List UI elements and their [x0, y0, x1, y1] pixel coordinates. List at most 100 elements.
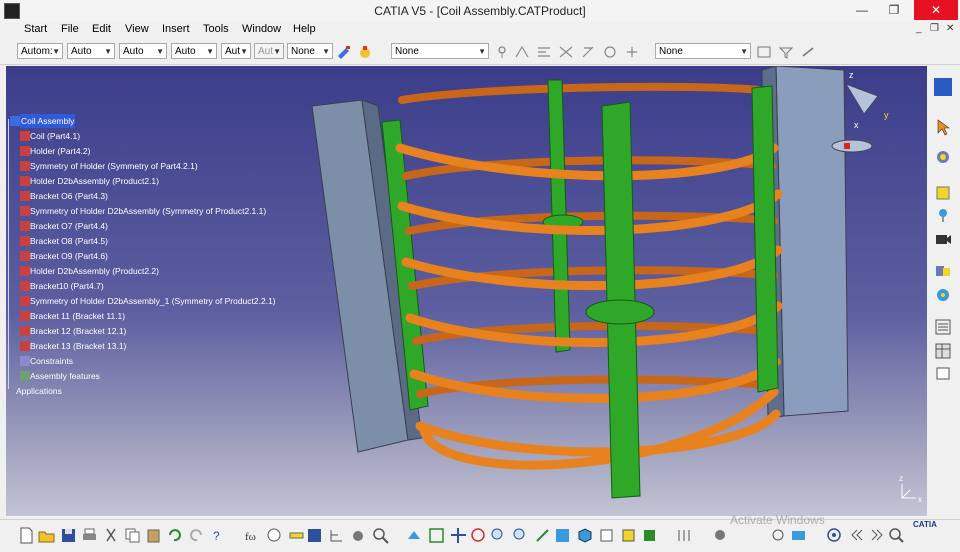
rendering-style-combo: Aut ▼ — [254, 43, 284, 59]
3d-viewport[interactable]: y x z z x Coil Assembly Coil (Part4.1) H… — [6, 66, 927, 516]
chevron-left-icon[interactable] — [848, 527, 865, 544]
link-icon[interactable] — [770, 527, 787, 544]
product-structure-icon[interactable] — [934, 78, 952, 96]
compass-x-label: x — [854, 120, 859, 130]
color-combo[interactable]: Autom: ▼ — [17, 43, 63, 59]
layer-filter-icon[interactable] — [778, 44, 794, 60]
zoom-in-icon[interactable] — [490, 527, 507, 544]
part-icon — [20, 176, 30, 186]
annotation-icon-4[interactable] — [580, 44, 596, 60]
marker-icon[interactable] — [494, 44, 510, 60]
menu-edit[interactable]: Edit — [92, 23, 111, 35]
bill-of-material-icon[interactable] — [934, 318, 952, 336]
annotation-icon-2[interactable] — [536, 44, 552, 60]
shading-icon[interactable] — [598, 527, 615, 544]
part-icon — [20, 191, 30, 201]
fly-mode-icon[interactable] — [406, 527, 423, 544]
filter-combo-2[interactable]: None ▼ — [655, 43, 751, 59]
multi-view-icon[interactable] — [554, 527, 571, 544]
constraints-icon — [20, 356, 30, 366]
painter-icon[interactable] — [336, 44, 352, 60]
iso-view-icon[interactable] — [576, 527, 593, 544]
minimize-button[interactable]: — — [848, 0, 876, 20]
part-icon — [20, 251, 30, 261]
tree-expand-icon[interactable] — [328, 527, 345, 544]
swap-space-icon[interactable] — [641, 527, 658, 544]
menu-window[interactable]: Window — [242, 23, 281, 35]
annotation-icon-6[interactable] — [624, 44, 640, 60]
lineweight-combo[interactable]: Auto ▼ — [171, 43, 217, 59]
layer-combo[interactable]: None ▼ — [287, 43, 333, 59]
compass-z-label: z — [849, 70, 854, 80]
mdi-minimize-button[interactable]: _ — [916, 23, 922, 34]
mdi-maximize-button[interactable]: ❐ — [930, 23, 939, 34]
graphic-properties-toolbar: Autom: ▼ Auto ▼ Auto ▼ Auto ▼ Aut ▼ Aut ▼ None… — [0, 40, 960, 65]
rotate-icon[interactable] — [470, 527, 487, 544]
pan-icon[interactable] — [450, 527, 467, 544]
layer-tools-icon[interactable] — [800, 44, 816, 60]
menu-view[interactable]: View — [125, 23, 149, 35]
search-icon[interactable] — [888, 527, 905, 544]
mdi-close-button[interactable]: ✕ — [946, 23, 954, 34]
table-icon[interactable] — [934, 342, 952, 360]
redo-icon[interactable] — [188, 527, 205, 544]
filter-bar-icon[interactable] — [676, 527, 693, 544]
component-icon[interactable] — [934, 148, 952, 166]
annotation-icon-1[interactable] — [514, 44, 530, 60]
paste-icon[interactable] — [145, 527, 162, 544]
chevron-right-icon[interactable] — [868, 527, 885, 544]
part-icon — [20, 281, 30, 291]
part-icon — [20, 341, 30, 351]
measure-icon[interactable] — [288, 527, 305, 544]
new-icon[interactable] — [18, 527, 35, 544]
layer-properties-icon[interactable] — [756, 44, 772, 60]
coil-back — [398, 82, 778, 398]
whats-this-icon[interactable]: ? — [210, 527, 227, 544]
menu-file[interactable]: File — [61, 23, 79, 35]
fit-all-icon[interactable] — [428, 527, 445, 544]
filter-combo-1[interactable]: None ▼ — [391, 43, 489, 59]
axis-system-bottom — [901, 484, 916, 499]
menu-start[interactable]: Start — [24, 23, 47, 35]
knowledge-icon[interactable] — [266, 527, 283, 544]
menu-insert[interactable]: Insert — [162, 23, 190, 35]
hide-show-icon[interactable] — [620, 527, 637, 544]
generate-numbering-icon[interactable] — [934, 364, 952, 382]
menu-help[interactable]: Help — [293, 23, 316, 35]
transparency-combo[interactable]: Auto ▼ — [67, 43, 115, 59]
existing-component-icon[interactable] — [934, 184, 952, 202]
annotation-icon-3[interactable] — [558, 44, 574, 60]
gear-icon[interactable] — [712, 527, 729, 544]
camera-icon[interactable] — [934, 230, 952, 248]
copy-icon[interactable] — [124, 527, 141, 544]
product-icon — [10, 116, 20, 126]
snapshot-icon[interactable] — [350, 527, 367, 544]
zoom-out-icon[interactable] — [512, 527, 529, 544]
catalog-icon[interactable] — [306, 527, 323, 544]
menu-bar: Start File Edit View Insert Tools Window… — [0, 22, 960, 38]
manipulate-icon[interactable] — [934, 206, 952, 224]
maximize-button[interactable]: ❐ — [880, 0, 908, 20]
linetype-combo[interactable]: Auto ▼ — [119, 43, 167, 59]
save-icon[interactable] — [60, 527, 77, 544]
cut-icon[interactable] — [103, 527, 120, 544]
constraint-icon[interactable] — [934, 262, 952, 280]
assembly-3d-model[interactable]: y x z z x — [6, 66, 927, 516]
svg-text:?: ? — [213, 529, 220, 543]
point-symbol-combo[interactable]: Aut ▼ — [221, 43, 251, 59]
annotation-icon-5[interactable] — [602, 44, 618, 60]
formula-icon[interactable]: fω — [244, 527, 261, 544]
undo-icon[interactable] — [166, 527, 183, 544]
target-icon[interactable] — [826, 527, 843, 544]
properties-icon[interactable] — [357, 44, 373, 60]
catalog-browser-icon[interactable] — [790, 527, 807, 544]
fix-component-icon[interactable] — [934, 286, 952, 304]
print-icon[interactable] — [81, 527, 98, 544]
close-button[interactable]: ✕ — [914, 0, 958, 20]
menu-tools[interactable]: Tools — [203, 23, 229, 35]
normal-view-icon[interactable] — [534, 527, 551, 544]
select-arrow-icon[interactable] — [934, 118, 952, 136]
title-bar: CATIA V5 - [Coil Assembly.CATProduct] — … — [0, 0, 960, 23]
magnifier-icon[interactable] — [372, 527, 389, 544]
open-icon[interactable] — [38, 527, 55, 544]
